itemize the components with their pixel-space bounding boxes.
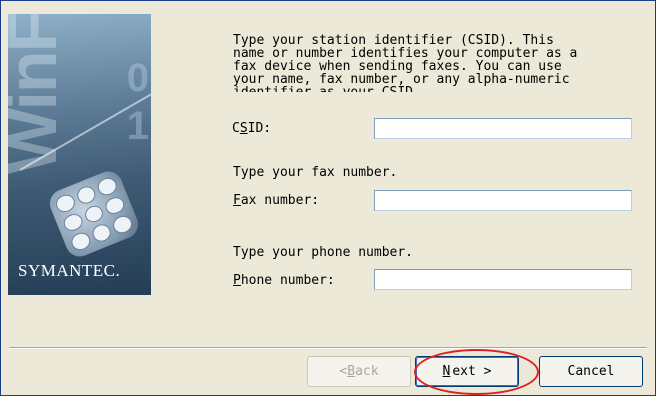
phone-prompt: Type your phone number. xyxy=(233,245,414,260)
csid-instructions: Type your station identifier (CSID). Thi… xyxy=(233,34,578,92)
fax-prompt: Type your fax number. xyxy=(233,165,398,180)
phone-number-input[interactable] xyxy=(374,269,632,290)
next-button[interactable]: Next > xyxy=(415,356,519,387)
fax-number-label: Fax number: xyxy=(233,193,320,208)
symantec-logo: SYMANTEC. xyxy=(18,261,121,280)
wizard-dialog: WinFax 0 1 SYMANTEC. Type your station i… xyxy=(0,0,656,396)
cancel-button[interactable]: Cancel xyxy=(539,356,643,387)
phone-number-label: Phone number: xyxy=(233,273,335,288)
fax-number-input[interactable] xyxy=(374,190,632,211)
csid-label: CSID: xyxy=(232,121,272,136)
back-button[interactable]: < Back xyxy=(307,356,411,387)
winfax-watermark: WinFax xyxy=(8,14,71,174)
phone-keypad-icon xyxy=(45,167,143,261)
winfax-banner-image: WinFax 0 1 SYMANTEC. xyxy=(8,14,151,295)
csid-input[interactable] xyxy=(374,118,632,139)
button-separator xyxy=(9,347,647,349)
